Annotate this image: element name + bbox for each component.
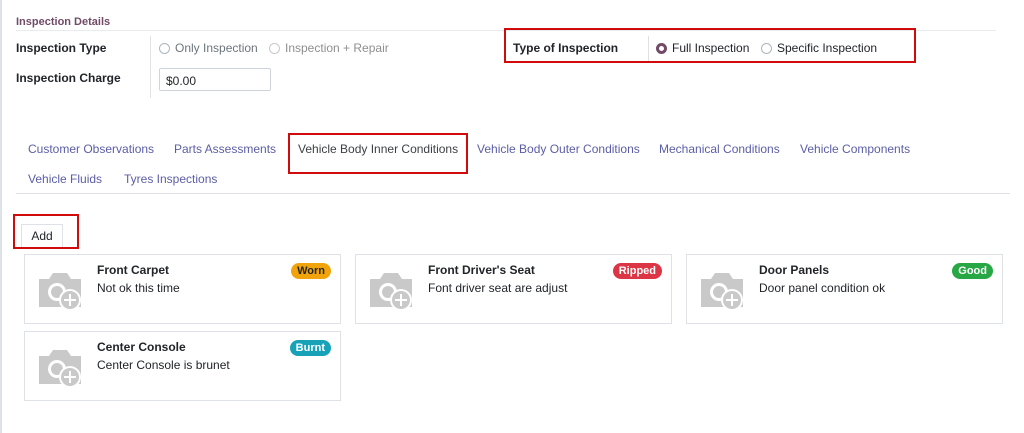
field-separator [150,36,151,98]
card-title: Center Console [97,340,186,354]
status-badge: Worn [291,263,331,279]
section-title: Inspection Details [16,16,111,28]
inspection-type-label: Inspection Type [16,41,107,55]
condition-card[interactable]: Door Panels Door panel condition ok Good [686,254,1003,324]
tab-tyres-inspections[interactable]: Tyres Inspections [124,172,217,186]
tab-vehicle-body-outer-conditions[interactable]: Vehicle Body Outer Conditions [477,142,640,156]
radio-inspection-repair[interactable]: Inspection + Repair [269,41,389,55]
condition-card[interactable]: Front Driver's Seat Font driver seat are… [355,254,672,324]
card-description: Center Console is brunet [97,358,230,372]
radio-label: Inspection + Repair [285,41,389,55]
status-badge: Burnt [289,340,331,356]
camera-placeholder-icon [39,273,81,311]
card-description: Font driver seat are adjust [428,281,568,295]
card-title: Door Panels [759,263,830,277]
tab-vehicle-fluids[interactable]: Vehicle Fluids [28,172,102,186]
tabs-divider [16,193,1010,194]
card-description: Door panel condition ok [759,281,886,295]
card-description: Not ok this time [97,281,180,295]
tab-mechanical-conditions[interactable]: Mechanical Conditions [659,142,780,156]
condition-card[interactable]: Front Carpet Not ok this time Worn [24,254,341,324]
radio-only-inspection[interactable]: Only Inspection [159,41,258,55]
camera-placeholder-icon [39,350,81,388]
camera-placeholder-icon [370,273,412,311]
tab-customer-observations[interactable]: Customer Observations [28,142,154,156]
inspection-charge-input[interactable]: $0.00 [159,68,271,91]
left-border [0,0,2,433]
radio-circle-icon [269,42,280,54]
tab-parts-assessments[interactable]: Parts Assessments [174,142,276,156]
tab-vehicle-components[interactable]: Vehicle Components [800,142,910,156]
highlight-box [288,133,468,174]
status-badge: Ripped [612,263,662,279]
card-title: Front Driver's Seat [428,263,535,277]
card-title: Front Carpet [97,263,169,277]
status-badge: Good [952,263,993,279]
radio-label: Only Inspection [175,41,258,55]
highlight-box [504,28,916,63]
condition-card[interactable]: Center Console Center Console is brunet … [24,331,341,401]
camera-placeholder-icon [701,273,743,311]
highlight-box [13,214,79,249]
radio-circle-icon [159,42,170,54]
inspection-charge-label: Inspection Charge [16,71,121,85]
